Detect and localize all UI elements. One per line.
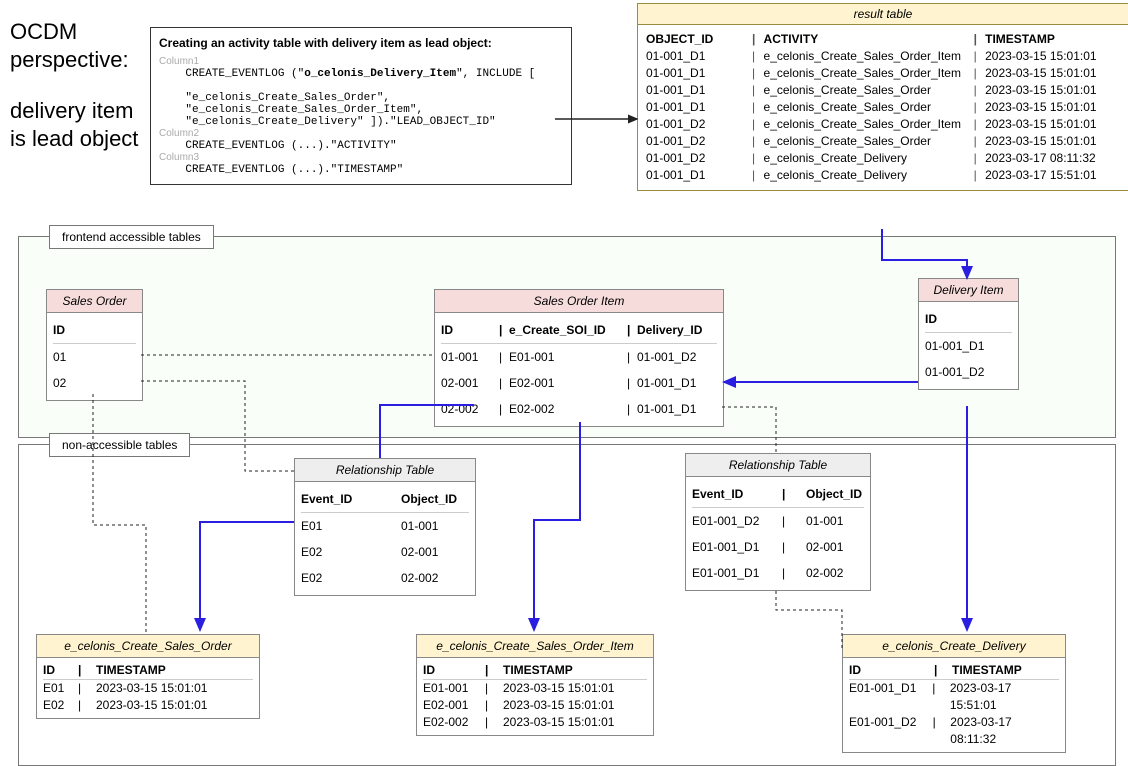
codebox-header: Creating an activity table with delivery…: [159, 36, 563, 50]
result-row: 01-001_D1|e_celonis_Create_Sales_Order|2…: [646, 82, 1120, 99]
title-line1: OCDM perspective:: [10, 18, 150, 73]
table-row: E01-001_D2|2023-03-17 08:11:32: [849, 714, 1059, 748]
table-row: 01-001|E01-001|01-001_D2: [441, 344, 717, 370]
table-row: E0202-001: [301, 539, 469, 565]
perspective-title: OCDM perspective: delivery item is lead …: [10, 18, 150, 152]
result-title: result table: [638, 4, 1128, 25]
result-table: result table OBJECT_ID| ACTIVITY| TIMEST…: [637, 3, 1128, 191]
table-row: E02-001|2023-03-15 15:01:01: [423, 697, 647, 714]
event-delivery-table: e_celonis_Create_Delivery ID|TIMESTAMP E…: [842, 634, 1066, 753]
table-row: E01-001|2023-03-15 15:01:01: [423, 680, 647, 697]
non-accessible-label: non-accessible tables: [49, 433, 190, 457]
result-row: 01-001_D2|e_celonis_Create_Delivery|2023…: [646, 150, 1120, 167]
table-row: E01-001_D1|2023-03-17 15:51:01: [849, 680, 1059, 714]
delivery-item-table: Delivery Item ID 01-001_D1 01-001_D2: [918, 278, 1019, 390]
result-row: 01-001_D1|e_celonis_Create_Sales_Order_I…: [646, 65, 1120, 82]
codebox-code: Column1 CREATE_EVENTLOG ("o_celonis_Deli…: [159, 56, 563, 176]
result-row: 01-001_D1|e_celonis_Create_Sales_Order|2…: [646, 99, 1120, 116]
table-row: E0101-001: [301, 513, 469, 539]
table-row: E01-001_D1|02-001: [692, 534, 864, 560]
sales-order-item-table: Sales Order Item ID| e_Create_SOI_ID| De…: [434, 289, 724, 427]
table-row: E01-001_D2|01-001: [692, 508, 864, 534]
relationship-table-1: Relationship Table Event_IDObject_ID E01…: [294, 458, 476, 596]
table-row: 02-001|E02-001|01-001_D1: [441, 370, 717, 396]
result-row: 01-001_D1|e_celonis_Create_Delivery|2023…: [646, 167, 1120, 184]
result-header-row: OBJECT_ID| ACTIVITY| TIMESTAMP: [646, 31, 1120, 48]
result-row: 01-001_D1|e_celonis_Create_Sales_Order_I…: [646, 48, 1120, 65]
table-row: E02-002|2023-03-15 15:01:01: [423, 714, 647, 731]
query-codebox: Creating an activity table with delivery…: [150, 27, 572, 185]
table-row: E01-001_D1|02-002: [692, 560, 864, 586]
event-sales-order-table: e_celonis_Create_Sales_Order ID|TIMESTAM…: [36, 634, 260, 719]
title-line2: delivery item is lead object: [10, 97, 150, 152]
table-row: E0202-002: [301, 565, 469, 591]
table-row: E01|2023-03-15 15:01:01: [43, 680, 253, 697]
relationship-table-2: Relationship Table Event_ID|Object_ID E0…: [685, 453, 871, 591]
table-row: 02-002|E02-002|01-001_D1: [441, 396, 717, 422]
event-sales-order-item-table: e_celonis_Create_Sales_Order_Item ID|TIM…: [416, 634, 654, 736]
result-row: 01-001_D2|e_celonis_Create_Sales_Order_I…: [646, 116, 1120, 133]
sales-order-table: Sales Order ID 01 02: [46, 289, 143, 401]
result-row: 01-001_D2|e_celonis_Create_Sales_Order|2…: [646, 133, 1120, 150]
frontend-accessible-label: frontend accessible tables: [49, 225, 214, 249]
table-row: E02|2023-03-15 15:01:01: [43, 697, 253, 714]
